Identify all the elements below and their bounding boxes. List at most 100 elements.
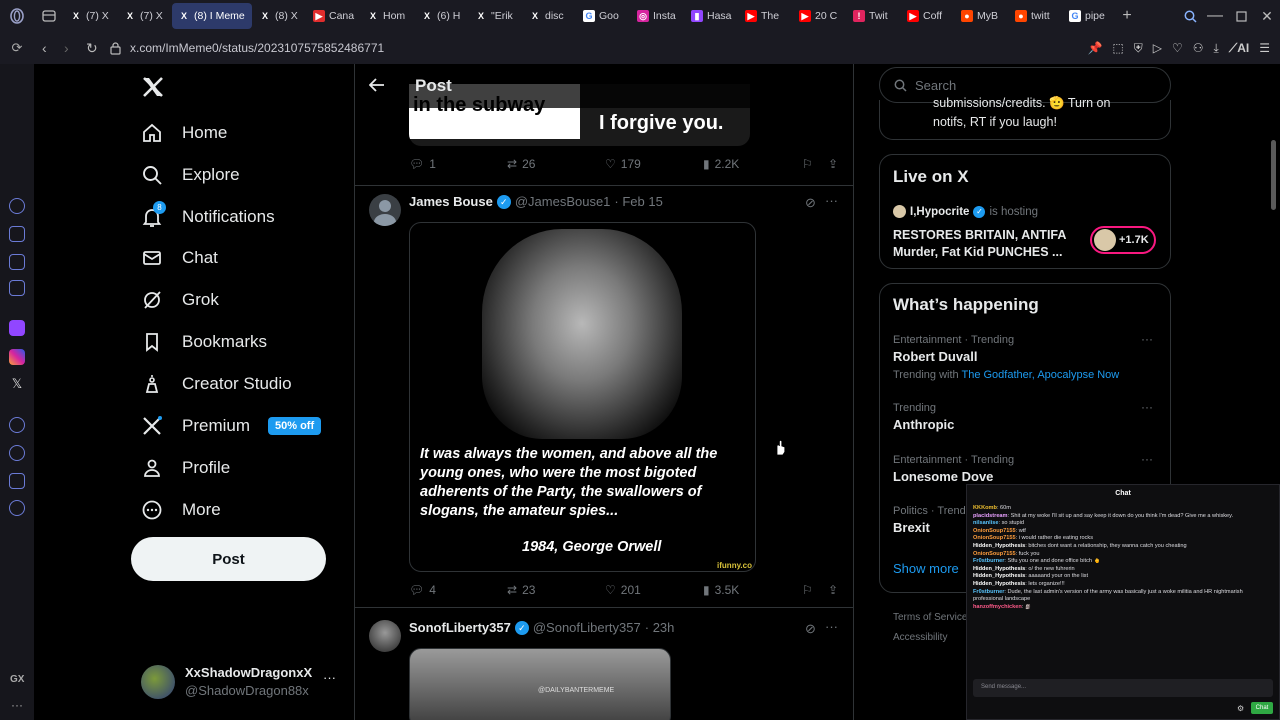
- workspaces-icon[interactable]: [34, 0, 64, 32]
- tweet-date[interactable]: · Feb 15: [614, 194, 662, 209]
- lock-icon[interactable]: [110, 41, 130, 55]
- share-button[interactable]: ⇪: [828, 583, 838, 597]
- back-arrow-icon[interactable]: [369, 78, 385, 92]
- browser-tab[interactable]: G Goo: [577, 3, 630, 29]
- twitch-icon[interactable]: [9, 320, 25, 336]
- settings-icon[interactable]: [9, 500, 25, 516]
- ai-button[interactable]: ⟋AI: [1229, 41, 1249, 56]
- chat-username[interactable]: Fr0stburner: [973, 558, 1004, 564]
- chat-username[interactable]: placidstream: [973, 513, 1008, 519]
- browser-tab[interactable]: X (8) I Meme: [172, 3, 252, 29]
- avatar[interactable]: [369, 194, 401, 226]
- menu-icon[interactable]: ☰: [1259, 41, 1270, 55]
- live-headline[interactable]: RESTORES BRITAIN, ANTIFA Murder, Fat Kid…: [893, 227, 1083, 261]
- history-icon[interactable]: [9, 445, 25, 461]
- chat-username[interactable]: hanzoffmychicken: [973, 604, 1022, 610]
- tweet-more-icon[interactable]: ···: [825, 193, 838, 208]
- x-logo-icon[interactable]: [141, 75, 165, 99]
- page-scrollbar[interactable]: [1271, 140, 1276, 210]
- browser-tab[interactable]: X "Erik: [469, 3, 522, 29]
- browser-tab[interactable]: X (7) X: [64, 3, 117, 29]
- account-more-icon[interactable]: ···: [323, 670, 336, 685]
- author-handle[interactable]: @JamesBouse1: [515, 194, 611, 209]
- browser-tab[interactable]: X Hom: [361, 3, 414, 29]
- browser-tab[interactable]: ● twitt: [1009, 3, 1062, 29]
- shield-icon[interactable]: ⛨: [1134, 41, 1143, 56]
- close-window-icon[interactable]: ✕: [1254, 8, 1280, 25]
- instagram-icon[interactable]: [9, 349, 25, 365]
- grok-icon[interactable]: ⊘: [805, 195, 816, 211]
- tweet-image[interactable]: It was always the women, and above all t…: [409, 222, 756, 572]
- reply-button[interactable]: 💬︎ 1: [409, 157, 436, 171]
- chat-username[interactable]: Hidden_Hypothesis: [973, 581, 1025, 587]
- author-name[interactable]: SonofLiberty357: [409, 620, 511, 635]
- nav-item-premium[interactable]: Premium 50% off: [140, 406, 322, 446]
- tweet-image[interactable]: @DAILYBANTERMEME: [409, 648, 671, 720]
- opera-menu-icon[interactable]: [0, 0, 34, 32]
- trend-more-icon[interactable]: ···: [1141, 452, 1153, 466]
- browser-tab[interactable]: ▶ Cana: [307, 3, 360, 29]
- reload-sidebar-icon[interactable]: ⟳: [0, 40, 34, 56]
- nav-item-explore[interactable]: Explore: [140, 155, 240, 195]
- snapshot-icon[interactable]: ⬚: [1112, 41, 1123, 55]
- chat-username[interactable]: OnionSoup7155: [973, 551, 1016, 557]
- post-button[interactable]: Post: [131, 537, 326, 581]
- chat-username[interactable]: nilsanlise: [973, 520, 999, 526]
- show-more-link[interactable]: Show more: [893, 561, 959, 576]
- browser-tab[interactable]: ◎ Insta: [631, 3, 684, 29]
- back-icon[interactable]: ‹: [42, 40, 64, 56]
- profile-icon[interactable]: ⚇: [1193, 41, 1204, 55]
- repost-button[interactable]: ⇄ 23: [507, 583, 535, 597]
- bot-icon[interactable]: [9, 226, 25, 242]
- extensions-icon[interactable]: [9, 473, 25, 489]
- browser-tab[interactable]: X (7) X: [118, 3, 171, 29]
- browser-tab[interactable]: ▮ Hasa: [685, 3, 738, 29]
- chat-username[interactable]: OnionSoup7155: [973, 535, 1016, 541]
- live-host-row[interactable]: I,Hypocrite ✓ is hosting: [893, 205, 1038, 218]
- search-tabs-icon[interactable]: [1178, 10, 1202, 23]
- author-handle[interactable]: @SonofLiberty357: [533, 620, 641, 635]
- like-button[interactable]: ♡ 179: [605, 157, 641, 171]
- trend-more-icon[interactable]: ···: [1141, 400, 1153, 414]
- player-icon[interactable]: ▷: [1153, 41, 1162, 55]
- live-join-button[interactable]: +1.7K: [1090, 226, 1156, 254]
- repost-button[interactable]: ⇄ 26: [507, 157, 535, 171]
- browser-tab[interactable]: X (8) X: [253, 3, 306, 29]
- chat-username[interactable]: Hidden_Hypothesis: [973, 573, 1025, 579]
- minimize-icon[interactable]: —: [1202, 7, 1228, 25]
- new-tab-button[interactable]: +: [1116, 5, 1138, 27]
- browser-tab[interactable]: Gpipe: [1063, 3, 1116, 29]
- nav-item-bookmarks[interactable]: Bookmarks: [140, 322, 267, 362]
- chat-username[interactable]: OnionSoup7155: [973, 528, 1016, 534]
- browser-tab[interactable]: ▶ 20 C: [793, 3, 846, 29]
- author-name[interactable]: James Bouse: [409, 194, 493, 209]
- views-button[interactable]: ▮ 3.5K: [703, 583, 739, 597]
- trend-item[interactable]: Entertainment · Trending Lonesome Dove ···: [893, 452, 1157, 484]
- nav-item-home[interactable]: Home: [140, 113, 227, 153]
- flow-icon[interactable]: [9, 198, 25, 214]
- views-button[interactable]: ▮ 2.2K: [703, 157, 739, 171]
- sidebar-more-icon[interactable]: ···: [11, 698, 23, 712]
- nav-item-grok[interactable]: Grok: [140, 280, 219, 320]
- trend-more-icon[interactable]: ···: [1141, 332, 1153, 346]
- browser-tab[interactable]: ● MyB: [955, 3, 1008, 29]
- nav-item-notifications[interactable]: 8 Notifications: [140, 197, 275, 237]
- chat-settings-icon[interactable]: ⚙: [1237, 704, 1244, 713]
- like-button[interactable]: ♡ 201: [605, 583, 641, 597]
- browser-tab[interactable]: ▶ Coff: [901, 3, 954, 29]
- url-field[interactable]: x.com/ImMeme0/status/2023107575852486771: [130, 41, 384, 55]
- trend-item[interactable]: Entertainment · Trending Robert Duvall Tre…: [893, 332, 1157, 381]
- chat-input[interactable]: Send message...: [973, 679, 1273, 697]
- browser-tab[interactable]: ! Twit: [847, 3, 900, 29]
- heart-icon[interactable]: ♡: [1172, 41, 1183, 55]
- pin-icon[interactable]: 📌: [1087, 41, 1102, 55]
- maximize-icon[interactable]: [1228, 10, 1254, 22]
- browser-tab[interactable]: ▶ The: [739, 3, 792, 29]
- browser-tab[interactable]: Xdisc: [523, 3, 576, 29]
- trend-item[interactable]: Trending Anthropic ···: [893, 400, 1157, 432]
- nav-item-more[interactable]: More: [140, 490, 221, 530]
- trending-with-links[interactable]: The Godfather, Apocalypse Now: [961, 369, 1119, 381]
- chat-username[interactable]: Hidden_Hypothesis: [973, 543, 1025, 549]
- reload-icon[interactable]: ↻: [86, 40, 110, 57]
- bookmark-button[interactable]: ⚐: [802, 583, 813, 597]
